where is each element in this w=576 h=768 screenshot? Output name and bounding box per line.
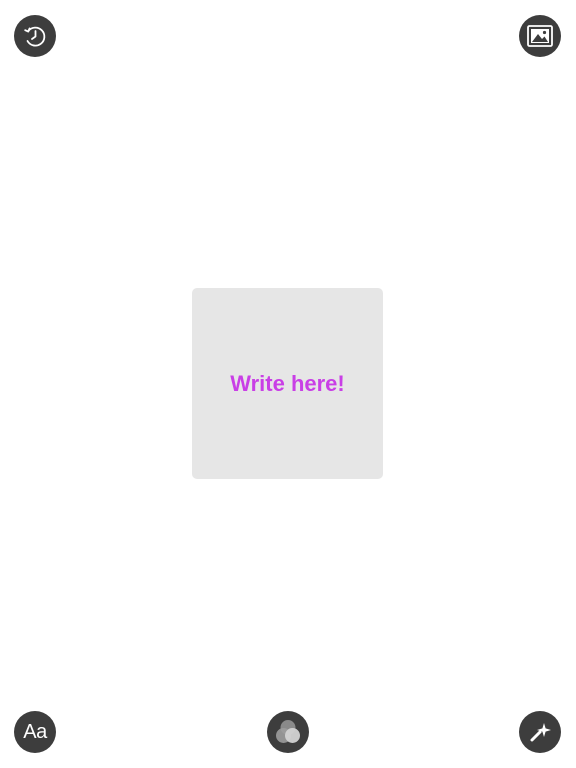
magic-wand-sparkle-icon: [530, 723, 551, 742]
magic-button[interactable]: [519, 711, 561, 753]
image-button[interactable]: [519, 15, 561, 57]
image-picture-icon: [527, 25, 553, 47]
note-text[interactable]: Write here!: [230, 372, 345, 395]
clock-history-icon: [24, 26, 46, 47]
font-label: Aa: [23, 721, 47, 743]
note-card[interactable]: Write here!: [192, 288, 383, 479]
color-circles-icon: [276, 720, 300, 743]
color-button[interactable]: [267, 711, 309, 753]
history-button[interactable]: [14, 15, 56, 57]
font-button[interactable]: Aa: [14, 711, 56, 753]
